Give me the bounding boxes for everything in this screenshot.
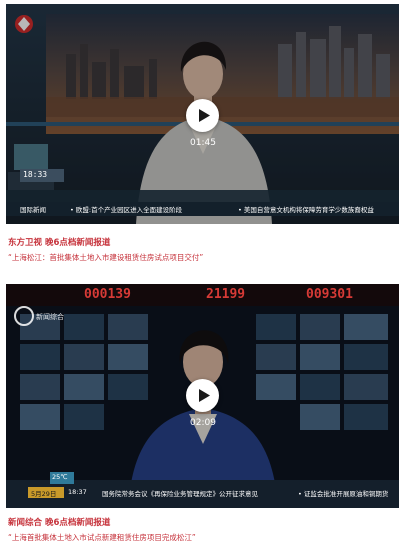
board-value-mid: 21199 [206,287,246,302]
date-text: 5月29日 [31,490,57,498]
onscreen-clock-text-1: 18:33 [23,170,48,179]
logo-text: 新闻综合 [36,313,64,321]
play-icon [199,109,210,122]
video-duration-1: 01:45 [190,138,216,148]
onscreen-clock-text-2: 18:37 [68,488,87,496]
shanghai-news-logo [14,306,34,326]
play-icon [199,389,210,402]
board-value-right: 009301 [306,287,353,302]
ticker-label-1: 国际新闻 [20,206,46,214]
temperature-text: 25℃ [52,473,68,481]
video-duration-2: 02:09 [190,418,216,428]
news-card-2: 000139 21199 009301 新闻综合 25℃ 5月29日 18:37… [0,280,411,550]
ticker-right-2: • 证监会批准开展原油和铜期货 [298,490,389,498]
ticker-main-1: • 欧盟:首个产业园区进入全面建设阶段 [70,206,183,214]
channel-label-1: 东方卫视 晚6点档新闻报道 [8,238,111,248]
headline-1[interactable]: “上海松江：首批集体土地入市建设租赁住房试点项目交付” [8,252,203,263]
video-thumbnail-2[interactable]: 000139 21199 009301 新闻综合 25℃ 5月29日 18:37… [6,284,399,508]
news-card-1: 18:33 国际新闻 • 欧盟:首个产业园区进入全面建设阶段 • 美国自营意文机… [0,0,411,270]
video-thumbnail-1[interactable]: 18:33 国际新闻 • 欧盟:首个产业园区进入全面建设阶段 • 美国自营意文机… [6,4,399,224]
board-value-left: 000139 [84,287,131,302]
ticker-right-1: • 美国自营意文机构将保障劳育学少数族裔权益 [238,206,374,214]
ticker-main-2: 国务院常务会议《再保险业务管理规定》公开征求意见 [102,490,258,498]
play-button-1[interactable] [186,99,219,132]
headline-2[interactable]: “上海首批集体土地入市试点新建租赁住房项目完成松江” [8,532,196,543]
play-button-2[interactable] [186,379,219,412]
channel-label-2: 新闻综合 晚6点档新闻报道 [8,518,111,528]
